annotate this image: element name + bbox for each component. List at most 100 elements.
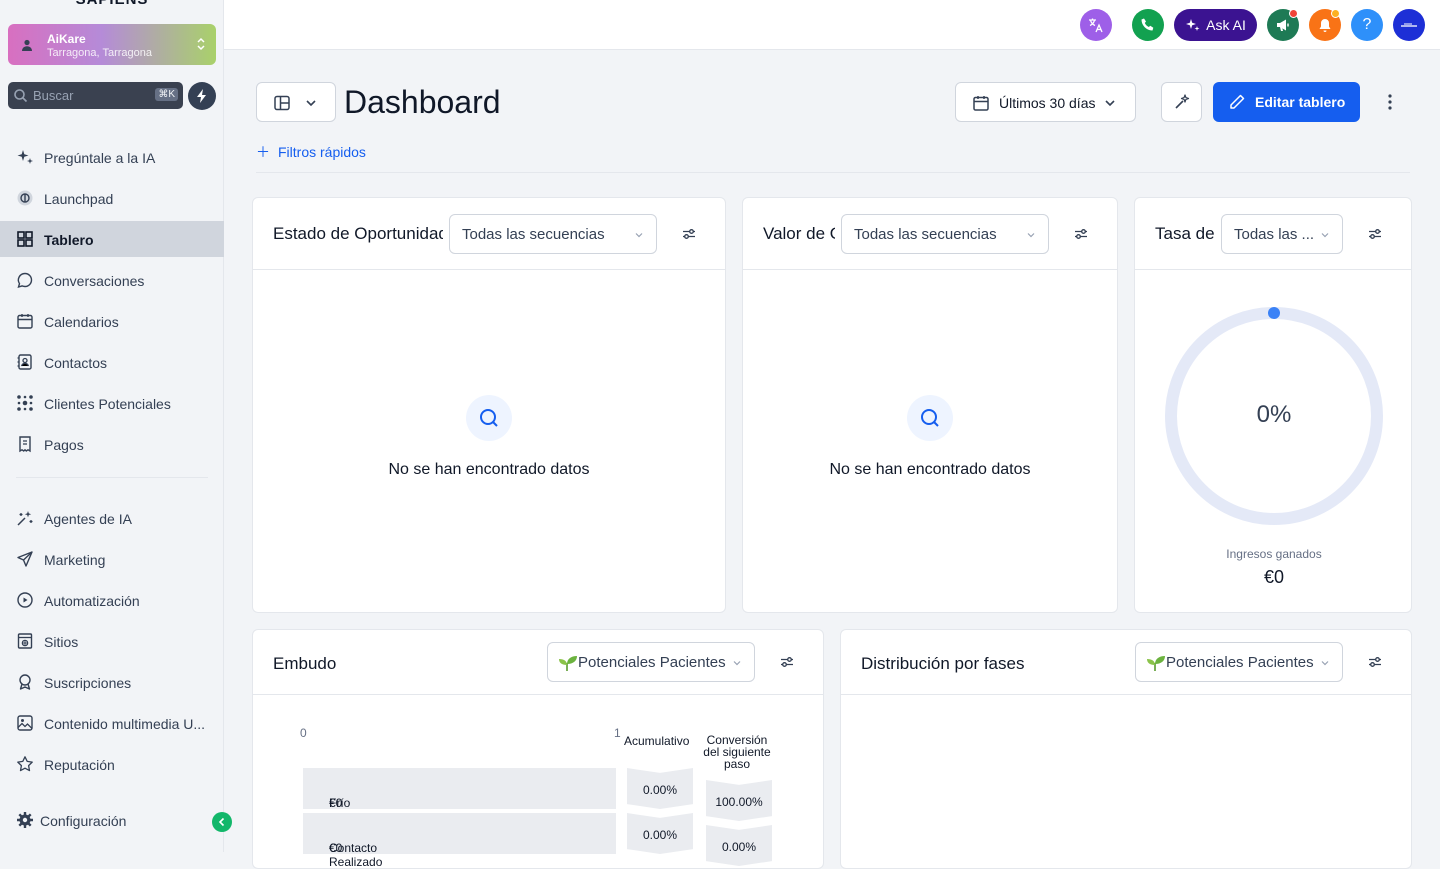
pipeline-select[interactable]: Potenciales Pacientes <box>547 642 755 682</box>
sidebar-item-ask-ai[interactable]: Pregúntale a la IA <box>0 139 224 175</box>
quick-action-button[interactable] <box>188 82 216 110</box>
translate-icon <box>1087 16 1105 34</box>
sidebar-item-configuracion[interactable]: Configuración <box>0 802 224 838</box>
sparkles-icon <box>16 148 34 166</box>
chevron-down-icon <box>304 96 318 110</box>
funnel-stage-label: Frío €0 <box>316 782 350 810</box>
sidebar-item-clientes-potenciales[interactable]: Clientes Potenciales <box>0 385 224 421</box>
dashboard-icon <box>16 230 34 248</box>
pipeline-select[interactable]: Todas las secuencias <box>841 214 1049 254</box>
sidebar-item-pagos[interactable]: Pagos <box>0 426 224 462</box>
dashboard-switcher-button[interactable] <box>256 82 336 122</box>
sidebar: SAPIENS AiKare Tarragona, Tarragona Busc… <box>0 0 232 852</box>
widget-opportunity-status: Estado de Oportunidades Todas las secuen… <box>252 197 726 613</box>
chevron-down-icon <box>1103 96 1117 110</box>
user-icon <box>18 36 36 54</box>
filter-settings-icon[interactable] <box>1366 225 1384 243</box>
calendar-icon <box>972 94 990 112</box>
filter-settings-icon[interactable] <box>778 653 796 671</box>
media-icon <box>16 714 34 732</box>
launchpad-icon <box>16 189 34 207</box>
chevron-updown-icon <box>196 36 206 52</box>
pipeline-select[interactable]: Todas las secuencias <box>449 214 657 254</box>
edit-dashboard-label: Editar tablero <box>1255 94 1346 110</box>
chevron-down-icon <box>634 230 644 240</box>
notification-dot <box>1289 9 1298 18</box>
search-box[interactable]: Buscar ⌘K <box>8 82 183 109</box>
quick-filters-link[interactable]: ＋ Filtros rápidos <box>256 142 366 162</box>
help-button[interactable]: ? <box>1351 9 1383 41</box>
sites-icon <box>16 632 34 650</box>
ask-ai-button[interactable]: Ask AI <box>1174 9 1257 41</box>
filter-settings-icon[interactable] <box>680 225 698 243</box>
phone-button[interactable] <box>1132 9 1164 41</box>
search-shortcut: ⌘K <box>155 88 178 101</box>
payments-icon <box>16 435 34 453</box>
contacts-icon <box>16 353 34 371</box>
filter-settings-icon[interactable] <box>1366 653 1384 671</box>
location-switcher[interactable]: AiKare Tarragona, Tarragona <box>8 24 216 65</box>
sidebar-item-contactos[interactable]: Contactos <box>0 344 224 380</box>
pipeline-select-value: Todas las secuencias <box>462 226 605 243</box>
funnel-stage-value: €0 <box>329 796 343 810</box>
sidebar-item-label: Configuración <box>40 813 127 829</box>
widget-title: Distribución por fases <box>861 654 1025 673</box>
sidebar-item-sitios[interactable]: Sitios <box>0 623 224 659</box>
gear-icon <box>16 811 34 829</box>
edit-dashboard-button[interactable]: Editar tablero <box>1213 82 1360 122</box>
sparkles-icon <box>1185 17 1201 33</box>
date-range-select[interactable]: Últimos 30 días <box>955 82 1136 122</box>
sidebar-item-automatizacion[interactable]: Automatización <box>0 582 224 618</box>
funnel-cumulative-cell: 0.00% <box>627 813 693 854</box>
sidebar-item-marketing[interactable]: Marketing <box>0 541 224 577</box>
pipeline-select[interactable]: Potenciales Pacientes <box>1135 642 1343 682</box>
sidebar-item-tablero[interactable]: Tablero <box>0 221 224 257</box>
sidebar-item-label: Conversaciones <box>44 273 145 289</box>
notifications-button[interactable] <box>1309 9 1341 41</box>
pipeline-select-value: Potenciales Pacientes <box>578 654 726 671</box>
sidebar-item-launchpad[interactable]: Launchpad <box>0 180 224 216</box>
sidebar-item-reputacion[interactable]: Reputación <box>0 746 224 782</box>
profile-avatar[interactable] <box>1393 9 1425 41</box>
sprout-icon <box>1146 655 1166 671</box>
page-title: Dashboard <box>344 84 501 120</box>
sidebar-item-label: Calendarios <box>44 314 119 330</box>
ask-ai-label: Ask AI <box>1206 17 1246 33</box>
funnel-axis-max: 1 <box>614 726 621 740</box>
date-range-value: Últimos 30 días <box>999 95 1096 111</box>
widget-header: Distribución por fases Potenciales Pacie… <box>841 630 1411 695</box>
collapse-sidebar-button[interactable] <box>212 812 232 832</box>
sidebar-item-conversaciones[interactable]: Conversaciones <box>0 262 224 298</box>
widget-header: Tasa de conversión Todas las ... <box>1135 198 1411 270</box>
bolt-icon <box>195 88 209 104</box>
announcements-button[interactable] <box>1267 9 1299 41</box>
chat-icon <box>16 271 34 289</box>
sidebar-item-calendarios[interactable]: Calendarios <box>0 303 224 339</box>
sidebar-item-agentes-ia[interactable]: Agentes de IA <box>0 500 224 536</box>
funnel-stage-bar: Frío €0 <box>303 768 616 810</box>
avatar-logo-icon <box>1400 21 1418 29</box>
sidebar-item-label: Automatización <box>44 593 140 609</box>
header-divider <box>256 172 1410 173</box>
search-icon <box>907 395 953 441</box>
ai-insights-button[interactable] <box>1161 82 1202 122</box>
sidebar-item-label: Sitios <box>44 634 79 650</box>
magic-wand-icon <box>1173 93 1191 111</box>
sidebar-item-label: Suscripciones <box>44 675 132 691</box>
filter-settings-icon[interactable] <box>1072 225 1090 243</box>
sidebar-item-label: Launchpad <box>44 191 114 207</box>
calendar-icon <box>16 312 34 330</box>
sidebar-item-label: Pagos <box>44 437 84 453</box>
quick-filters-label: Filtros rápidos <box>278 144 366 160</box>
sidebar-item-contenido-multimedia[interactable]: Contenido multimedia U... <box>0 705 224 741</box>
widget-header: Valor de Oportunidades Todas las secuenc… <box>743 198 1117 270</box>
sidebar-item-suscripciones[interactable]: Suscripciones <box>0 664 224 700</box>
more-options-button[interactable] <box>1380 90 1400 114</box>
layout-icon <box>273 94 291 112</box>
bell-icon <box>1317 17 1333 33</box>
funnel-axis-min: 0 <box>300 726 307 740</box>
widget-opportunity-value: Valor de Oportunidades Todas las secuenc… <box>742 197 1118 613</box>
translate-button[interactable] <box>1080 9 1112 41</box>
opportunities-icon <box>16 394 34 412</box>
pipeline-select[interactable]: Todas las ... <box>1221 214 1343 254</box>
